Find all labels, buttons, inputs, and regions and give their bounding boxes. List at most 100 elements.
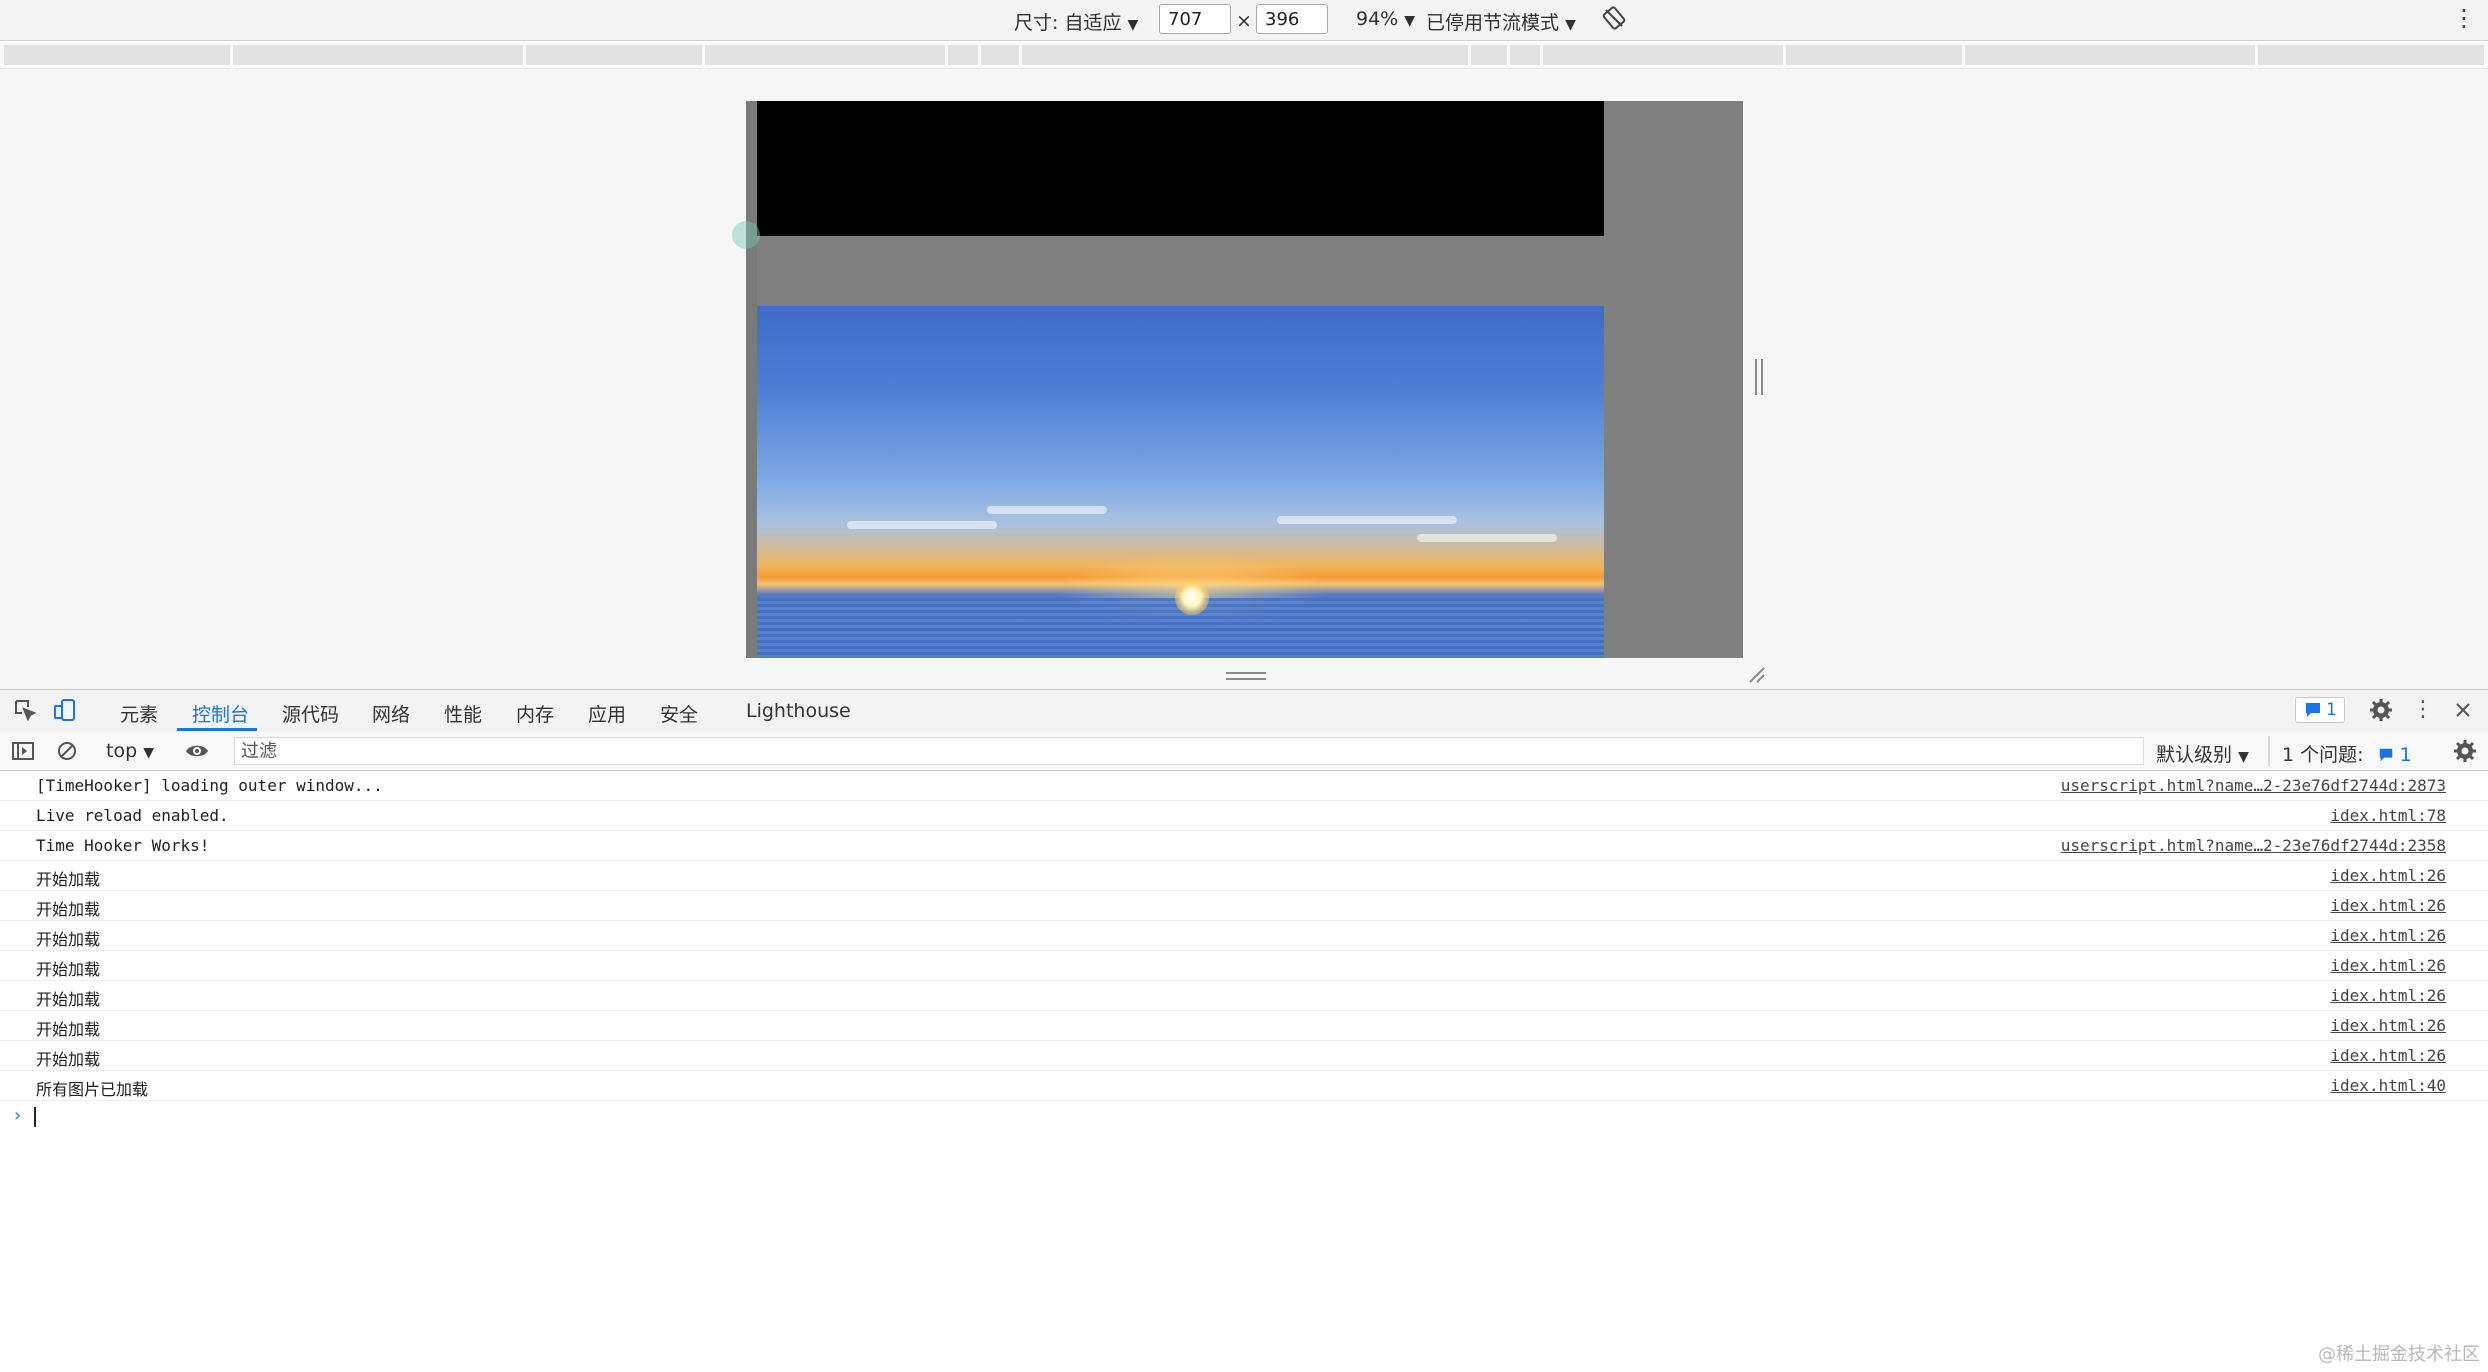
message-text: Live reload enabled. xyxy=(36,806,229,825)
chevron-down-icon: ▼ xyxy=(2238,749,2249,765)
tab-elements[interactable]: 元素 xyxy=(120,700,158,727)
source-link[interactable]: idex.html:26 xyxy=(2330,956,2446,975)
media-query-segment[interactable] xyxy=(1786,45,1962,65)
media-query-segment[interactable] xyxy=(4,45,230,65)
sidebar-toggle-icon[interactable] xyxy=(10,738,36,764)
emulated-page[interactable] xyxy=(732,101,1743,658)
page-left-edge xyxy=(746,101,757,658)
context-selector[interactable]: top ▼ xyxy=(106,740,154,762)
issues-badge[interactable]: 1 xyxy=(2295,697,2345,723)
issues-link[interactable]: 1 个问题: 1 xyxy=(2282,740,2412,768)
chevron-down-icon: ▼ xyxy=(1127,17,1139,33)
media-query-segment[interactable] xyxy=(948,45,978,65)
devtools-tab-bar: 元素 控制台 源代码 网络 性能 内存 应用 安全 Lighthouse 1 ⋮ xyxy=(0,689,2488,733)
tab-sources[interactable]: 源代码 xyxy=(282,700,339,727)
message-text: [TimeHooker] loading outer window... xyxy=(36,776,383,795)
zoom-label: 94% xyxy=(1356,8,1399,30)
tab-lighthouse[interactable]: Lighthouse xyxy=(746,700,851,722)
media-query-segment[interactable] xyxy=(1543,45,1783,65)
source-link[interactable]: idex.html:40 xyxy=(2330,1076,2446,1095)
console-message: 所有图片已加载 idex.html:40 xyxy=(0,1071,2488,1101)
source-link[interactable]: idex.html:26 xyxy=(2330,926,2446,945)
divider xyxy=(2268,736,2270,766)
tab-memory[interactable]: 内存 xyxy=(516,700,554,727)
tab-performance[interactable]: 性能 xyxy=(444,700,482,727)
device-toolbar-toggle-icon[interactable] xyxy=(52,697,78,723)
media-query-segment[interactable] xyxy=(1510,45,1540,65)
more-options-icon[interactable]: ⋮ xyxy=(2410,697,2436,723)
log-level-dropdown[interactable]: 默认级别 ▼ xyxy=(2156,740,2249,767)
times-sign: × xyxy=(1236,10,1252,32)
issues-count: 1 xyxy=(2399,744,2412,766)
source-link[interactable]: idex.html:26 xyxy=(2330,1046,2446,1065)
console-message: 开始加载 idex.html:26 xyxy=(0,1011,2488,1041)
device-toolbar: 尺寸: 自适应 ▼ × 94% ▼ 已停用节流模式 ▼ ⋮ xyxy=(0,0,2488,41)
message-text: Time Hooker Works! xyxy=(36,836,210,855)
inspect-element-icon[interactable] xyxy=(12,697,38,723)
gear-icon[interactable] xyxy=(2368,697,2394,723)
source-link[interactable]: idex.html:26 xyxy=(2330,986,2446,1005)
media-query-segment[interactable] xyxy=(981,45,1019,65)
cloud xyxy=(1277,516,1457,524)
console-message: Time Hooker Works! userscript.html?name…… xyxy=(0,831,2488,861)
zoom-dropdown[interactable]: 94% ▼ xyxy=(1356,8,1415,30)
console-message: 开始加载 idex.html:26 xyxy=(0,951,2488,981)
more-options-icon[interactable]: ⋮ xyxy=(2452,4,2476,32)
chevron-down-icon: ▼ xyxy=(143,745,154,761)
throttle-label: 已停用节流模式 xyxy=(1426,12,1560,34)
clear-console-icon[interactable] xyxy=(54,738,80,764)
dimensions-label: 尺寸: 自适应 xyxy=(1014,12,1122,34)
media-query-segment[interactable] xyxy=(1022,45,1468,65)
eye-icon[interactable] xyxy=(184,738,210,764)
source-link[interactable]: idex.html:26 xyxy=(2330,896,2446,915)
message-text: 所有图片已加载 xyxy=(36,1080,149,1099)
console-settings-gear-icon[interactable] xyxy=(2452,738,2478,764)
message-text: 开始加载 xyxy=(36,1020,101,1039)
issues-text: 1 个问题: xyxy=(2282,744,2364,766)
message-icon xyxy=(2304,701,2322,724)
prompt-chevron-icon: › xyxy=(12,1105,23,1126)
source-link[interactable]: userscript.html?name…2-23e76df2744d:2873 xyxy=(2061,776,2446,795)
console-prompt[interactable]: › xyxy=(0,1101,2488,1131)
message-text: 开始加载 xyxy=(36,1050,101,1069)
media-query-segment[interactable] xyxy=(705,45,945,65)
cloud xyxy=(987,506,1107,514)
message-text: 开始加载 xyxy=(36,870,101,889)
source-link[interactable]: idex.html:78 xyxy=(2330,806,2446,825)
filter-input[interactable] xyxy=(234,737,2144,765)
resize-handle-right[interactable] xyxy=(1755,359,1763,395)
message-text: 开始加载 xyxy=(36,930,101,949)
source-link[interactable]: userscript.html?name…2-23e76df2744d:2358 xyxy=(2061,836,2446,855)
source-link[interactable]: idex.html:26 xyxy=(2330,1016,2446,1035)
source-link[interactable]: idex.html:26 xyxy=(2330,866,2446,885)
rotate-icon[interactable] xyxy=(1602,6,1626,35)
console-message: 开始加载 idex.html:26 xyxy=(0,921,2488,951)
loading-image-placeholder xyxy=(757,101,1604,236)
log-level-label: 默认级别 xyxy=(2156,744,2233,766)
tab-application[interactable]: 应用 xyxy=(588,700,626,727)
resize-handle-bottom[interactable] xyxy=(1226,672,1266,680)
console-toolbar: top ▼ 默认级别 ▼ 1 个问题: 1 xyxy=(0,732,2488,771)
console-message: [TimeHooker] loading outer window... use… xyxy=(0,771,2488,801)
cloud xyxy=(847,521,997,529)
watermark: @稀土掘金技术社区 xyxy=(2318,1344,2480,1365)
tab-console[interactable]: 控制台 xyxy=(192,700,249,727)
close-icon[interactable] xyxy=(2450,697,2476,723)
throttle-dropdown[interactable]: 已停用节流模式 ▼ xyxy=(1426,8,1576,35)
media-query-segment[interactable] xyxy=(2258,45,2484,65)
tab-network[interactable]: 网络 xyxy=(372,700,410,727)
active-tab-indicator xyxy=(177,728,257,731)
media-query-segment[interactable] xyxy=(233,45,523,65)
media-query-segment[interactable] xyxy=(1471,45,1507,65)
sun xyxy=(1175,581,1209,615)
width-input[interactable] xyxy=(1159,4,1231,34)
console-message: 开始加载 idex.html:26 xyxy=(0,861,2488,891)
height-input[interactable] xyxy=(1256,4,1328,34)
tab-security[interactable]: 安全 xyxy=(660,700,698,727)
chevron-down-icon: ▼ xyxy=(1565,17,1576,33)
media-query-segment[interactable] xyxy=(526,45,702,65)
media-query-segment[interactable] xyxy=(1965,45,2255,65)
dimensions-dropdown[interactable]: 尺寸: 自适应 ▼ xyxy=(1014,8,1138,35)
resize-handle-corner[interactable] xyxy=(1748,666,1766,684)
console-message: Live reload enabled. idex.html:78 xyxy=(0,801,2488,831)
